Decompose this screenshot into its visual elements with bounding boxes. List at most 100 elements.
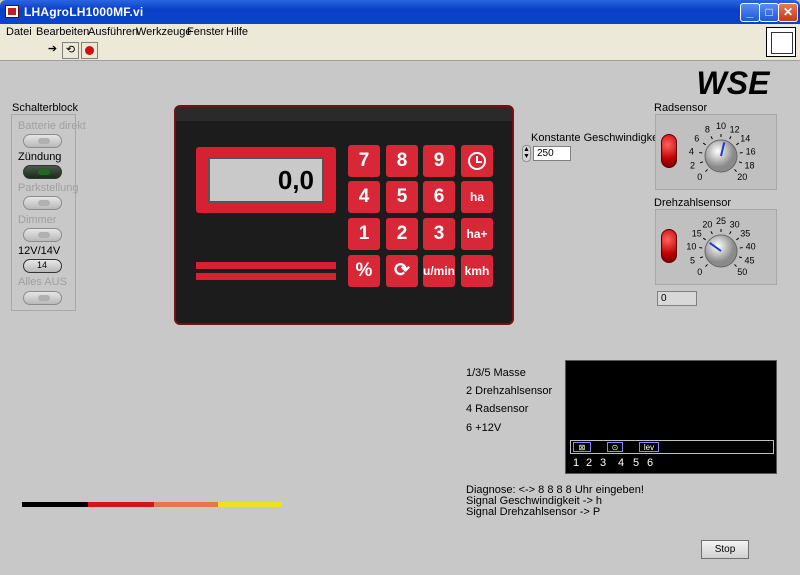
schalterblock-title: Schalterblock [12, 102, 79, 114]
menu-ausfuehren[interactable]: Ausführen [88, 26, 138, 38]
pin-number-5: 5 [633, 457, 640, 469]
colorbar-red [88, 502, 154, 507]
radsensor-dial[interactable]: 02 468 10 1214 16 18 20 [681, 116, 777, 188]
drehzahlsensor-tick-label: 0 [697, 267, 702, 277]
diagnose-line-3: Signal Drehzahlsensor -> P [466, 506, 601, 518]
drehzahlsensor-tick [710, 231, 713, 235]
radsensor-tick-label: 18 [745, 160, 755, 170]
drehzahlsensor-tick-label: 25 [716, 216, 726, 226]
switch-zuendung-label: Zündung [18, 151, 62, 163]
menu-bearbeiten[interactable]: Bearbeiten [36, 26, 89, 38]
key-9[interactable]: 9 [423, 145, 455, 177]
radsensor-tick-label: 4 [689, 146, 694, 156]
pin-number-4: 4 [618, 457, 625, 469]
run-continuous-icon[interactable]: ⟲ [62, 42, 79, 59]
pin-number-2: 2 [586, 457, 593, 469]
pin-number-3: 3 [600, 457, 607, 469]
key-2[interactable]: 2 [386, 218, 418, 250]
radsensor-tick [702, 142, 706, 146]
drehzahlsensor-tick-label: 10 [686, 241, 696, 251]
menu-hilfe[interactable]: Hilfe [226, 26, 248, 38]
pin-3-symbol: ⊙ [607, 442, 623, 452]
key-1[interactable]: 1 [348, 218, 380, 250]
radsensor-tick-label: 14 [740, 133, 750, 143]
pin-legend-3: 4 Radsensor [466, 403, 529, 415]
colorbar-salmon [154, 502, 218, 507]
connector-strip: ⊠ ⊙ lev [570, 440, 774, 454]
key-ha[interactable]: ha [461, 181, 493, 213]
radsensor-tick-label: 16 [746, 146, 756, 156]
radsensor-led[interactable] [661, 134, 677, 168]
radsensor-tick [699, 161, 704, 164]
radsensor-tick [738, 161, 743, 164]
device-stripe-1 [196, 262, 336, 269]
switch-dimmer-label: Dimmer [18, 214, 57, 226]
switch-12v14v[interactable]: 14 [23, 259, 62, 273]
drehzahlsensor-tick-label: 15 [692, 228, 702, 238]
drehzahlsensor-tick [702, 237, 706, 241]
run-arrow-icon[interactable]: ➔ [44, 42, 61, 59]
switch-alles-aus[interactable] [23, 291, 62, 305]
switch-batterie-direkt[interactable] [23, 134, 62, 148]
maximize-button[interactable]: □ [759, 3, 779, 22]
key-7[interactable]: 7 [348, 145, 380, 177]
drehzahlsensor-tick [729, 231, 732, 235]
key-8[interactable]: 8 [386, 145, 418, 177]
close-button[interactable]: ✕ [778, 3, 798, 22]
key-percent[interactable]: % [348, 255, 380, 287]
drehzahlsensor-led[interactable] [661, 229, 677, 263]
drehzahlsensor-tick-label: 45 [745, 255, 755, 265]
radsensor-tick-label: 0 [697, 172, 702, 182]
device-stripe-2 [196, 273, 336, 280]
lcd-display: 0,0 [208, 157, 324, 203]
radsensor-tick [705, 169, 708, 172]
minimize-button[interactable]: _ [740, 3, 760, 22]
drehzahlsensor-tick-label: 20 [702, 219, 712, 229]
pin-1-symbol: ⊠ [573, 442, 591, 452]
radsensor-label: Radsensor [654, 102, 708, 114]
radsensor-tick [736, 142, 740, 146]
switch-batterie-label: Batterie direkt [18, 120, 86, 132]
drehzahlsensor-tick [738, 256, 743, 259]
switch-zuendung[interactable] [23, 165, 62, 179]
drehzahl-readout: 0 [657, 291, 697, 306]
stop-button[interactable]: Stop [701, 540, 749, 559]
drehzahlsensor-tick-label: 30 [730, 219, 740, 229]
konstante-input[interactable]: 250 [533, 146, 571, 161]
key-rpm[interactable]: u/min [423, 255, 455, 287]
menu-fenster[interactable]: Fenster [187, 26, 224, 38]
switch-alles-aus-label: Alles AUS [18, 276, 67, 288]
switch-dimmer[interactable] [23, 228, 62, 242]
drehzahlsensor-tick [736, 237, 740, 241]
radsensor-tick-label: 20 [737, 172, 747, 182]
radsensor-tick [729, 136, 732, 140]
title-bar: LHAgroLH1000MF.vi _ □ ✕ [0, 0, 800, 24]
key-ha-plus[interactable]: ha+ [461, 218, 493, 250]
drehzahlsensor-dial[interactable]: 05 10 1520 25 3035 40 45 50 [681, 211, 777, 283]
switch-parkstellung[interactable] [23, 196, 62, 210]
key-5[interactable]: 5 [386, 181, 418, 213]
pin-legend-2: 2 Drehzahlsensor [466, 385, 553, 397]
device-top-strip [176, 107, 512, 121]
radsensor-tick-label: 2 [690, 160, 695, 170]
konstante-spinner[interactable]: ▲ ▼ [522, 145, 531, 162]
menu-datei[interactable]: Datei [6, 26, 32, 38]
drehzahlsensor-tick-label: 40 [746, 241, 756, 251]
pin-legend-1: 1/3/5 Masse [466, 367, 526, 379]
pin-number-1: 1 [573, 457, 580, 469]
drehzahlsensor-tick-label: 5 [690, 255, 695, 265]
abort-icon[interactable] [81, 42, 98, 59]
key-3[interactable]: 3 [423, 218, 455, 250]
key-timer[interactable] [461, 145, 493, 177]
menu-werkzeuge[interactable]: Werkzeuge [136, 26, 191, 38]
labview-vi-icon [5, 5, 19, 18]
key-6[interactable]: 6 [423, 181, 455, 213]
key-reset[interactable]: ⟳ [386, 255, 418, 287]
switch-12v14v-label: 12V/14V [18, 245, 61, 257]
drehzahlsensor-tick-label: 35 [740, 228, 750, 238]
radsensor-tick-label: 8 [705, 124, 710, 134]
radsensor-tick-label: 10 [716, 121, 726, 131]
key-kmh[interactable]: kmh [461, 255, 493, 287]
colorbar-black [22, 502, 88, 507]
key-4[interactable]: 4 [348, 181, 380, 213]
